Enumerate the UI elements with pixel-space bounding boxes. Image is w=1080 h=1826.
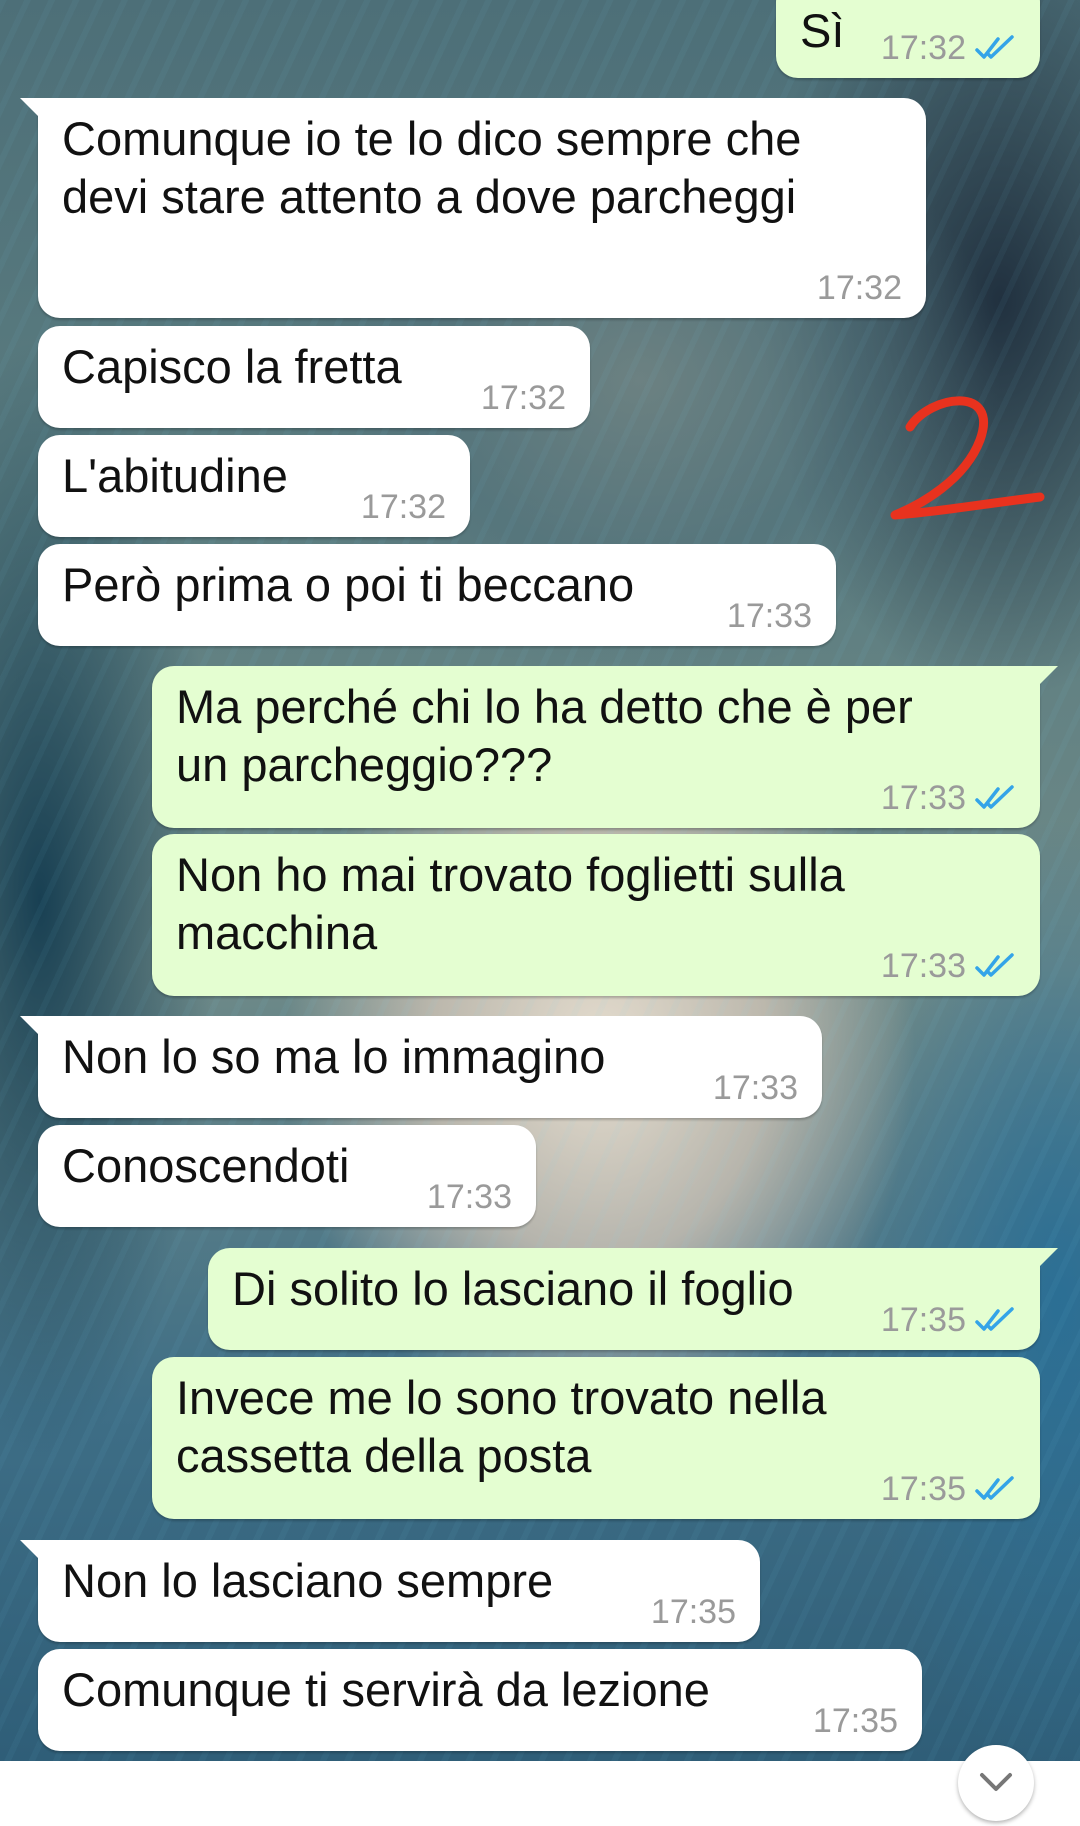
message-incoming[interactable]: Capisco la fretta 17:32 xyxy=(38,326,590,428)
message-meta: 17:32 xyxy=(817,270,902,306)
message-text: Non lo lasciano sempre xyxy=(62,1554,554,1607)
message-text: Ma perché chi lo ha detto che è per un p… xyxy=(176,680,926,791)
message-time: 17:35 xyxy=(812,1702,898,1740)
message-incoming[interactable]: L'abitudine 17:32 xyxy=(38,435,470,537)
message-time: 17:33 xyxy=(712,1069,798,1107)
double-check-icon xyxy=(975,953,1014,977)
message-meta: 17:33 xyxy=(713,1070,798,1106)
message-time: 17:33 xyxy=(726,597,812,635)
message-time: 17:35 xyxy=(650,1593,736,1631)
message-outgoing[interactable]: Di solito lo lasciano il foglio 17:35 xyxy=(208,1248,1058,1350)
message-time: 17:32 xyxy=(480,379,566,417)
double-check-icon xyxy=(975,1476,1014,1500)
message-time: 17:32 xyxy=(360,488,446,526)
message-outgoing[interactable]: Sì 17:32 xyxy=(776,0,1040,78)
message-incoming[interactable]: Conoscendoti 17:33 xyxy=(38,1125,536,1227)
message-text: Comunque io te lo dico sempre che devi s… xyxy=(62,112,815,223)
message-meta: 17:33 xyxy=(727,598,812,634)
message-meta: 17:35 xyxy=(813,1703,898,1739)
message-meta: 17:35 xyxy=(881,1471,1016,1507)
message-meta: 17:35 xyxy=(651,1594,736,1630)
double-check-icon xyxy=(975,1307,1014,1331)
message-time: 17:35 xyxy=(880,1301,966,1339)
message-outgoing[interactable]: Ma perché chi lo ha detto che è per un p… xyxy=(152,666,1058,828)
message-incoming[interactable]: Comunque io te lo dico sempre che devi s… xyxy=(20,98,926,318)
message-time: 17:33 xyxy=(426,1178,512,1216)
message-time: 17:33 xyxy=(880,779,966,817)
message-outgoing[interactable]: Invece me lo sono trovato nella cassetta… xyxy=(152,1357,1040,1519)
message-meta: 17:33 xyxy=(881,948,1016,984)
scroll-to-bottom-button[interactable] xyxy=(958,1745,1034,1821)
double-check-icon xyxy=(975,35,1014,59)
message-meta: 17:33 xyxy=(881,780,1016,816)
message-text: Non ho mai trovato foglietti sulla macch… xyxy=(176,848,858,959)
message-time: 17:32 xyxy=(880,29,966,67)
message-outgoing[interactable]: Non ho mai trovato foglietti sulla macch… xyxy=(152,834,1040,996)
message-meta: 17:32 xyxy=(881,30,1016,66)
message-meta: 17:32 xyxy=(361,489,446,525)
message-time: 17:32 xyxy=(816,269,902,307)
message-meta: 17:35 xyxy=(881,1302,1016,1338)
message-meta: 17:33 xyxy=(427,1179,512,1215)
message-text: Però prima o poi ti beccano xyxy=(62,558,635,611)
chevron-down-icon xyxy=(980,1773,1012,1791)
message-meta: 17:32 xyxy=(481,380,566,416)
double-check-icon xyxy=(975,785,1014,809)
message-text: Comunque ti servirà da lezione xyxy=(62,1663,710,1716)
message-time: 17:35 xyxy=(880,1470,966,1508)
message-time: 17:33 xyxy=(880,947,966,985)
message-text: Invece me lo sono trovato nella cassetta… xyxy=(176,1371,840,1482)
message-incoming[interactable]: Però prima o poi ti beccano 17:33 xyxy=(38,544,836,646)
handwritten-annotation-2 xyxy=(890,396,1045,520)
message-incoming[interactable]: Non lo lasciano sempre 17:35 xyxy=(20,1540,760,1642)
message-incoming[interactable]: Non lo so ma lo immagino 17:33 xyxy=(20,1016,822,1118)
message-text: Non lo so ma lo immagino xyxy=(62,1030,606,1083)
message-incoming[interactable]: Comunque ti servirà da lezione 17:35 xyxy=(38,1649,922,1751)
